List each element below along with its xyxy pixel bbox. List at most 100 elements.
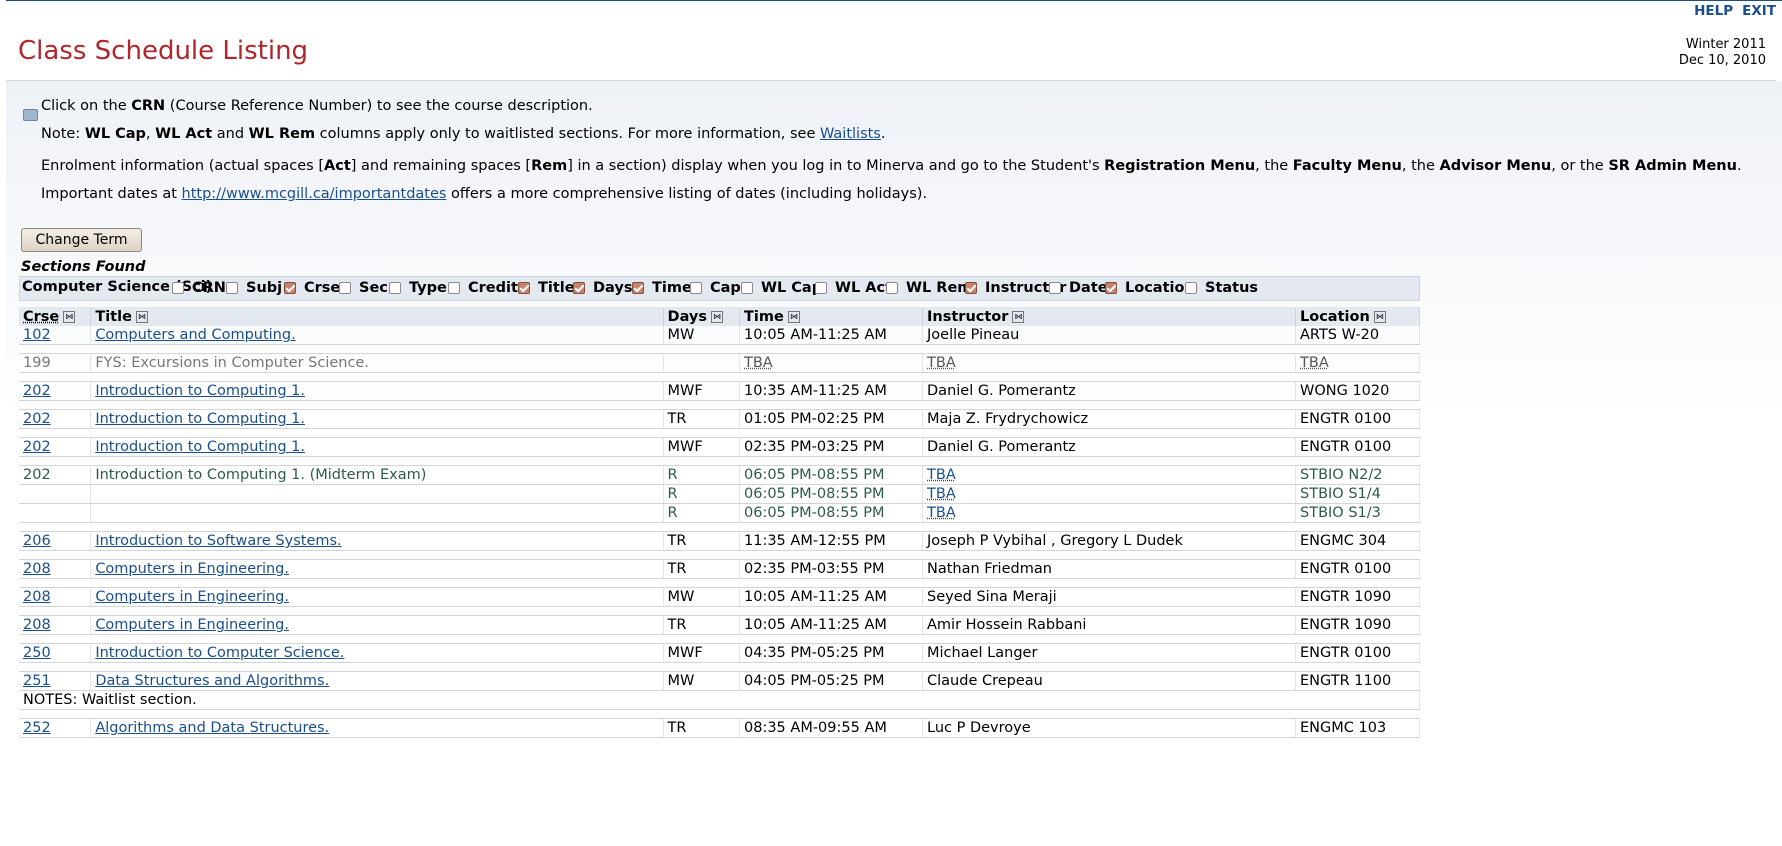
col-header-days[interactable]: Days ⋈	[663, 307, 741, 326]
col-header-instructor[interactable]: Instructor ⋈	[922, 307, 1297, 326]
title-cell-link[interactable]: Introduction to Software Systems.	[95, 533, 341, 549]
change-term-button[interactable]: Change Term	[21, 228, 142, 252]
instructor-cell[interactable]: TBA	[922, 465, 1297, 485]
column-toggle-time[interactable]: Time	[632, 280, 692, 296]
column-toggle-days[interactable]: Days	[573, 280, 632, 296]
important-dates-link[interactable]: http://www.mcgill.ca/importantdates	[182, 186, 447, 202]
crse-cell-link[interactable]: 250	[23, 645, 51, 661]
col-header-location[interactable]: Location ⋈	[1295, 307, 1420, 326]
checkbox[interactable]	[389, 282, 401, 294]
checkbox[interactable]	[172, 282, 184, 294]
checkbox[interactable]	[1105, 282, 1117, 294]
title-cell[interactable]: Introduction to Computer Science.	[90, 643, 664, 663]
title-cell[interactable]: Data Structures and Algorithms.	[90, 671, 664, 691]
checkbox[interactable]	[815, 282, 827, 294]
title-cell[interactable]: Algorithms and Data Structures.	[90, 718, 664, 738]
sort-icon[interactable]: ⋈	[1373, 310, 1386, 323]
checkbox[interactable]	[339, 282, 351, 294]
title-cell-link[interactable]: Computers in Engineering.	[95, 617, 289, 633]
crse-cell-link[interactable]: 102	[23, 327, 51, 343]
checkbox[interactable]	[965, 282, 977, 294]
instructor-cell[interactable]: TBA	[922, 503, 1297, 523]
column-toggle-credits[interactable]: Credits	[448, 280, 527, 296]
column-toggle-cap[interactable]: Cap	[690, 280, 741, 296]
column-toggle-wl-rem[interactable]: WL Rem	[886, 280, 972, 296]
waitlists-link[interactable]: Waitlists	[820, 126, 881, 142]
sort-icon[interactable]: ⋈	[787, 310, 800, 323]
sort-icon[interactable]: ⋈	[135, 310, 148, 323]
exit-link[interactable]: EXIT	[1742, 3, 1776, 19]
title-cell-link[interactable]: Computers in Engineering.	[95, 561, 289, 577]
column-toggle-sec[interactable]: Sec	[339, 280, 388, 296]
crse-cell-link[interactable]: 208	[23, 561, 51, 577]
info-line-waitlist: Note: WL Cap, WL Act and WL Rem columns …	[41, 126, 886, 142]
instructor-cell: Joseph P Vybihal , Gregory L Dudek	[922, 531, 1297, 551]
sort-icon[interactable]: ⋈	[1012, 310, 1025, 323]
title-cell[interactable]: Introduction to Software Systems.	[90, 531, 664, 551]
crse-cell-link[interactable]: 202	[23, 383, 51, 399]
help-link[interactable]: HELP	[1694, 3, 1733, 19]
crse-cell[interactable]: 206	[19, 531, 92, 551]
crse-cell[interactable]: 250	[19, 643, 92, 663]
checkbox[interactable]	[518, 282, 530, 294]
title-cell-link[interactable]: Computers and Computing.	[95, 327, 295, 343]
column-toggle-type[interactable]: Type	[389, 280, 447, 296]
checkbox[interactable]	[226, 282, 238, 294]
column-toggle-status[interactable]: Status	[1185, 280, 1258, 296]
crse-cell[interactable]: 208	[19, 615, 92, 635]
checkbox[interactable]	[886, 282, 898, 294]
column-toggle-crn[interactable]: CRN	[172, 280, 226, 296]
col-header-title[interactable]: Title ⋈	[90, 307, 664, 326]
title-cell[interactable]: Introduction to Computing 1.	[90, 381, 664, 401]
col-header-time[interactable]: Time ⋈	[739, 307, 924, 326]
title-cell-link[interactable]: Data Structures and Algorithms.	[95, 673, 329, 689]
crse-cell-link[interactable]: 252	[23, 720, 51, 736]
checkbox[interactable]	[573, 282, 585, 294]
crse-cell-link[interactable]: 208	[23, 589, 51, 605]
crse-cell[interactable]: 202	[19, 409, 92, 429]
column-toggle-title[interactable]: Title	[518, 280, 575, 296]
title-cell[interactable]: Computers in Engineering.	[90, 587, 664, 607]
title-cell-link[interactable]: Introduction to Computing 1.	[95, 439, 305, 455]
crse-cell-link[interactable]: 251	[23, 673, 51, 689]
crse-cell-link[interactable]: 202	[23, 411, 51, 427]
checkbox[interactable]	[284, 282, 296, 294]
crse-cell[interactable]: 208	[19, 587, 92, 607]
checkbox[interactable]	[1185, 282, 1197, 294]
checkbox[interactable]	[690, 282, 702, 294]
column-toggle-crse[interactable]: Crse	[284, 280, 340, 296]
column-toggle-wl-act[interactable]: WL Act	[815, 280, 892, 296]
title-cell-link[interactable]: Computers in Engineering.	[95, 589, 289, 605]
title-cell[interactable]: Introduction to Computing 1.	[90, 437, 664, 457]
crse-cell[interactable]: 202	[19, 381, 92, 401]
checkbox[interactable]	[632, 282, 644, 294]
column-toggle-location[interactable]: Location	[1105, 280, 1195, 296]
sort-icon[interactable]: ⋈	[63, 310, 76, 323]
instructor-cell[interactable]: TBA	[922, 484, 1297, 504]
title-cell-link[interactable]: Introduction to Computer Science.	[95, 645, 344, 661]
crse-cell[interactable]: 251	[19, 671, 92, 691]
column-toggle-subj[interactable]: Subj	[226, 280, 282, 296]
title-cell[interactable]: Introduction to Computing 1.	[90, 409, 664, 429]
title-cell-link[interactable]: Introduction to Computing 1.	[95, 383, 305, 399]
crse-cell[interactable]: 252	[19, 718, 92, 738]
crse-cell[interactable]: 102	[19, 326, 92, 345]
title-cell[interactable]: Computers and Computing.	[90, 326, 664, 345]
title-cell[interactable]: Computers in Engineering.	[90, 615, 664, 635]
checkbox[interactable]	[1049, 282, 1061, 294]
title-cell[interactable]: Computers in Engineering.	[90, 559, 664, 579]
checkbox[interactable]	[741, 282, 753, 294]
sort-icon[interactable]: ⋈	[711, 310, 724, 323]
location-cell: ENGTR 0100	[1295, 437, 1420, 457]
title-cell-link[interactable]: Algorithms and Data Structures.	[95, 720, 329, 736]
column-toggle-date[interactable]: Date	[1049, 280, 1108, 296]
crse-cell-link[interactable]: 202	[23, 439, 51, 455]
checkbox[interactable]	[448, 282, 460, 294]
crse-cell[interactable]: 208	[19, 559, 92, 579]
crse-cell-link[interactable]: 208	[23, 617, 51, 633]
crse-cell[interactable]: 202	[19, 437, 92, 457]
col-header-crse[interactable]: Crse ⋈	[19, 307, 92, 326]
column-toggle-wl-cap[interactable]: WL Cap	[741, 280, 822, 296]
crse-cell-link[interactable]: 206	[23, 533, 51, 549]
title-cell-link[interactable]: Introduction to Computing 1.	[95, 411, 305, 427]
